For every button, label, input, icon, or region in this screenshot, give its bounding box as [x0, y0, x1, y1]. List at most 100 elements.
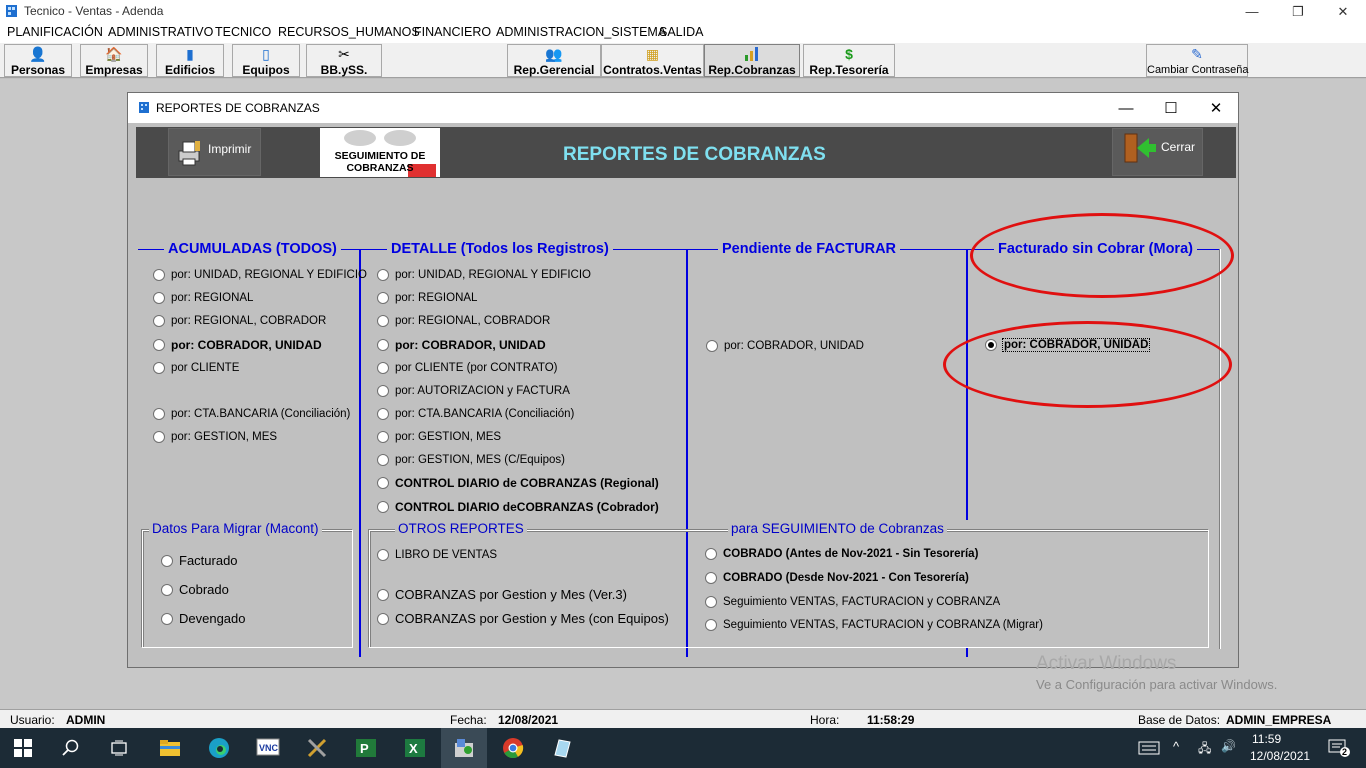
acumuladas-option-cliente[interactable]: por CLIENTE: [153, 362, 239, 374]
radio-button[interactable]: [705, 596, 717, 608]
network-icon[interactable]: 🖧: [1198, 739, 1211, 760]
chrome-taskbar-button[interactable]: [490, 728, 536, 768]
acumuladas-option-gestion-mes[interactable]: por: GESTION, MES: [153, 431, 277, 443]
menu-financiero[interactable]: FINANCIERO: [414, 25, 491, 39]
detalle-option-gestion-mes[interactable]: por: GESTION, MES: [377, 431, 501, 443]
project-taskbar-button[interactable]: P: [343, 728, 389, 768]
menu-tecnico[interactable]: TECNICO: [215, 25, 271, 39]
rep-gerencial-button[interactable]: 👥 Rep.Gerencial: [507, 44, 601, 77]
edificios-button[interactable]: ▮ Edificios: [156, 44, 224, 77]
excel-taskbar-button[interactable]: X: [392, 728, 438, 768]
radio-button[interactable]: [705, 619, 717, 631]
personas-button[interactable]: 👤 Personas: [4, 44, 72, 77]
radio-button[interactable]: [153, 315, 165, 327]
app-taskbar-button[interactable]: [441, 728, 487, 768]
radio-button[interactable]: [153, 269, 165, 281]
radio-button[interactable]: [377, 339, 389, 351]
radio-button[interactable]: [705, 548, 717, 560]
detalle-option-autorizacion-factura[interactable]: por: AUTORIZACION y FACTURA: [377, 385, 570, 397]
seguimiento-cobranzas-button[interactable]: SEGUIMIENTO DE COBRANZAS: [320, 128, 440, 177]
rep-tesoreria-button[interactable]: $ Rep.Tesorería: [803, 44, 895, 77]
radio-button[interactable]: [377, 454, 389, 466]
notes-taskbar-button[interactable]: [539, 728, 585, 768]
detalle-option-gestion-mes-equipos[interactable]: por: GESTION, MES (C/Equipos): [377, 454, 565, 466]
search-button[interactable]: [48, 728, 94, 768]
radio-button[interactable]: [161, 583, 173, 596]
menu-administrativo[interactable]: ADMINISTRATIVO: [108, 25, 213, 39]
radio-button[interactable]: [161, 612, 173, 625]
dialog-maximize-button[interactable]: ☐: [1148, 93, 1194, 123]
migrar-option-facturado[interactable]: Facturado: [161, 553, 238, 568]
start-button[interactable]: [0, 728, 46, 768]
acumuladas-option-regional-cobrador[interactable]: por: REGIONAL, COBRADOR: [153, 315, 326, 327]
menu-salida[interactable]: SALIDA: [659, 25, 703, 39]
migrar-option-devengado[interactable]: Devengado: [161, 611, 246, 626]
otros-option-cobranzas-ver3[interactable]: COBRANZAS por Gestion y Mes (Ver.3): [377, 587, 627, 602]
contratos-ventas-button[interactable]: ▦ Contratos.Ventas: [601, 44, 704, 77]
radio-button[interactable]: [377, 431, 389, 443]
radio-button[interactable]: [377, 385, 389, 397]
restore-button[interactable]: ❐: [1275, 0, 1321, 23]
equipos-button[interactable]: ▯ Equipos: [232, 44, 300, 77]
otros-option-libro-ventas[interactable]: LIBRO DE VENTAS: [377, 549, 497, 561]
clock-time[interactable]: 11:59: [1252, 732, 1281, 746]
close-window-button[interactable]: ✕: [1320, 0, 1366, 23]
tools-taskbar-button[interactable]: [294, 728, 340, 768]
radio-button[interactable]: [153, 362, 165, 374]
print-button[interactable]: Imprimir: [168, 128, 261, 176]
radio-button[interactable]: [377, 292, 389, 304]
cambiar-contrasena-button[interactable]: ✎ Cambiar Contraseña: [1146, 44, 1249, 77]
task-view-button[interactable]: [96, 728, 142, 768]
radio-button[interactable]: [153, 339, 165, 351]
seguimiento-option-cobrado-antes[interactable]: COBRADO (Antes de Nov-2021 - Sin Tesorer…: [705, 548, 978, 560]
migrar-option-cobrado[interactable]: Cobrado: [161, 582, 229, 597]
menu-recursos-humanos[interactable]: RECURSOS_HUMANOS: [278, 25, 420, 39]
dialog-minimize-button[interactable]: —: [1103, 93, 1149, 123]
radio-button[interactable]: [153, 408, 165, 420]
otros-option-cobranzas-equipos[interactable]: COBRANZAS por Gestion y Mes (con Equipos…: [377, 611, 669, 626]
minimize-button[interactable]: —: [1229, 0, 1275, 23]
detalle-option-control-diario-cobrador[interactable]: CONTROL DIARIO deCOBRANZAS (Cobrador): [377, 500, 659, 514]
radio-button[interactable]: [377, 477, 389, 489]
acumuladas-option-cobrador-unidad[interactable]: por: COBRADOR, UNIDAD: [153, 338, 322, 352]
acumuladas-option-unidad-regional-edificio[interactable]: por: UNIDAD, REGIONAL Y EDIFICIO: [153, 269, 367, 281]
speaker-icon[interactable]: 🔊: [1221, 739, 1236, 753]
file-explorer-taskbar-button[interactable]: [147, 728, 193, 768]
keyboard-tray-button[interactable]: [1126, 728, 1172, 768]
radio-button[interactable]: [377, 408, 389, 420]
cerrar-button[interactable]: Cerrar: [1112, 128, 1203, 176]
radio-button[interactable]: [377, 501, 389, 513]
notifications-button[interactable]: 2: [1316, 728, 1362, 768]
seguimiento-option-ventas[interactable]: Seguimiento VENTAS, FACTURACION y COBRAN…: [705, 596, 1000, 608]
seguimiento-option-cobrado-desde[interactable]: COBRADO (Desde Nov-2021 - Con Tesorería): [705, 572, 969, 584]
detalle-option-cta-bancaria[interactable]: por: CTA.BANCARIA (Conciliación): [377, 408, 574, 420]
radio-button[interactable]: [153, 431, 165, 443]
bbyss-button[interactable]: ✂ BB.ySS.: [306, 44, 382, 77]
radio-button[interactable]: [706, 340, 718, 352]
detalle-option-control-diario-regional[interactable]: CONTROL DIARIO de COBRANZAS (Regional): [377, 476, 659, 490]
radio-button[interactable]: [377, 315, 389, 327]
seguimiento-option-ventas-migrar[interactable]: Seguimiento VENTAS, FACTURACION y COBRAN…: [705, 619, 1043, 631]
radio-button[interactable]: [377, 612, 389, 625]
empresas-button[interactable]: 🏠 Empresas: [80, 44, 148, 77]
radio-button[interactable]: [161, 554, 173, 567]
radio-button[interactable]: [705, 572, 717, 584]
chevron-up-icon[interactable]: ^: [1173, 739, 1179, 754]
detalle-option-cobrador-unidad[interactable]: por: COBRADOR, UNIDAD: [377, 338, 546, 352]
rep-cobranzas-button[interactable]: Rep.Cobranzas: [704, 44, 800, 77]
radio-button[interactable]: [377, 269, 389, 281]
menu-planificacion[interactable]: PLANIFICACIÓN: [7, 25, 103, 39]
pendiente-option-cobrador-unidad[interactable]: por: COBRADOR, UNIDAD: [706, 340, 864, 352]
edge-taskbar-button[interactable]: [196, 728, 242, 768]
menu-administracion-sistema[interactable]: ADMINISTRACION_SISTEMA: [496, 25, 666, 39]
detalle-option-unidad-regional-edificio[interactable]: por: UNIDAD, REGIONAL Y EDIFICIO: [377, 269, 591, 281]
vnc-taskbar-button[interactable]: VNC: [245, 728, 291, 768]
detalle-option-regional-cobrador[interactable]: por: REGIONAL, COBRADOR: [377, 315, 550, 327]
detalle-option-cliente-contrato[interactable]: por CLIENTE (por CONTRATO): [377, 362, 558, 374]
radio-button[interactable]: [377, 588, 389, 601]
detalle-option-regional[interactable]: por: REGIONAL: [377, 292, 477, 304]
radio-button[interactable]: [377, 549, 389, 561]
acumuladas-option-cta-bancaria[interactable]: por: CTA.BANCARIA (Conciliación): [153, 408, 350, 420]
acumuladas-option-regional[interactable]: por: REGIONAL: [153, 292, 253, 304]
radio-button[interactable]: [377, 362, 389, 374]
